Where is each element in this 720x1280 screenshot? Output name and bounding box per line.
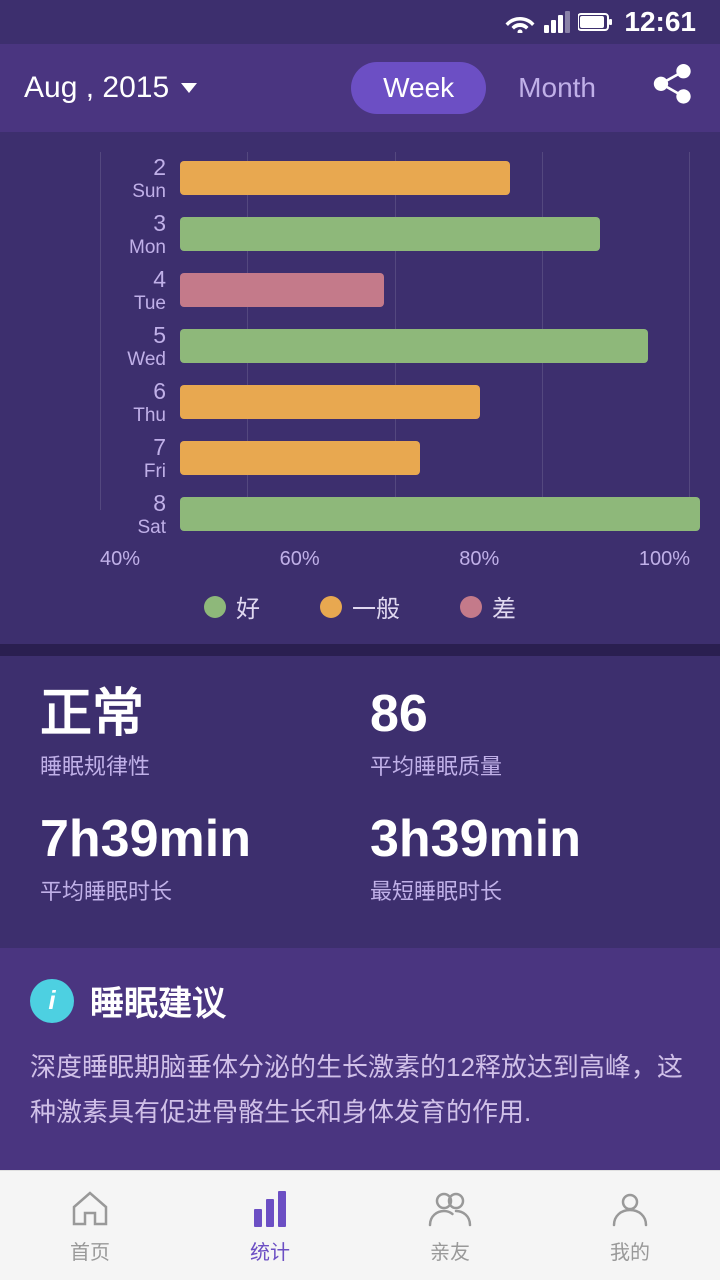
stats-grid: 正常 睡眠规律性 86 平均睡眠质量 7h39min 平均睡眠时长 3h39mi… <box>40 686 680 906</box>
nav-home[interactable]: 首页 <box>0 1171 180 1280</box>
bar-row-0: 2Sun <box>100 152 700 204</box>
bar-fill-4 <box>180 385 480 419</box>
bar-row-1: 3Mon <box>100 208 700 260</box>
bar-fill-3 <box>180 329 648 363</box>
bar-row-5: 7Fri <box>100 432 700 484</box>
advice-title: 睡眠建议 <box>90 976 226 1025</box>
regularity-value: 正常 <box>40 686 350 743</box>
legend-item-0: 好 <box>204 589 260 624</box>
stats-icon <box>248 1186 292 1230</box>
stats-section: 正常 睡眠规律性 86 平均睡眠质量 7h39min 平均睡眠时长 3h39mi… <box>0 656 720 936</box>
status-time: 12:61 <box>624 6 696 38</box>
status-icons <box>504 11 614 33</box>
mine-icon <box>608 1186 652 1230</box>
x-label-3: 100% <box>639 548 690 571</box>
bottom-nav: 首页 统计 亲友 我的 <box>0 1170 720 1280</box>
nav-friends-label: 亲友 <box>430 1236 470 1265</box>
advice-text: 深度睡眠期脑垂体分泌的生长激素的12释放达到高峰，这种激素具有促进骨骼生长和身体… <box>30 1045 690 1133</box>
main-content: 12:61 Aug , 2015 Week Month <box>0 0 720 1280</box>
min-duration-stat: 3h39min 最短睡眠时长 <box>370 811 680 906</box>
nav-home-label: 首页 <box>70 1236 110 1265</box>
x-label-2: 80% <box>459 548 499 571</box>
avg-duration-stat: 7h39min 平均睡眠时长 <box>40 811 350 906</box>
nav-stats[interactable]: 统计 <box>180 1171 360 1280</box>
avg-duration-label: 平均睡眠时长 <box>40 874 350 906</box>
share-icon <box>652 64 696 108</box>
bars-section: 2Sun 3Mon 4Tue 5Wed 6Thu 7Fri 8Sat <box>20 152 700 540</box>
bar-label-0: 2Sun <box>100 154 180 203</box>
min-duration-label: 最短睡眠时长 <box>370 874 680 906</box>
month-tab[interactable]: Month <box>486 62 628 114</box>
bar-row-4: 6Thu <box>100 376 700 428</box>
chart-area: 2Sun 3Mon 4Tue 5Wed 6Thu 7Fri 8Sat 40% 60% 80% 10… <box>0 132 720 644</box>
x-label-1: 60% <box>280 548 320 571</box>
dropdown-arrow-icon <box>181 83 197 93</box>
section-divider <box>0 644 720 656</box>
x-axis: 40% 60% 80% 100% <box>20 548 700 571</box>
nav-mine[interactable]: 我的 <box>540 1171 720 1280</box>
header: Aug , 2015 Week Month <box>0 44 720 132</box>
bar-label-3: 5Wed <box>100 322 180 371</box>
quality-value: 86 <box>370 686 680 743</box>
bar-row-3: 5Wed <box>100 320 700 372</box>
legend-item-1: 一般 <box>320 589 400 624</box>
bar-label-1: 3Mon <box>100 210 180 259</box>
friends-icon <box>428 1186 472 1230</box>
bar-fill-1 <box>180 217 600 251</box>
legend-item-2: 差 <box>460 589 516 624</box>
bar-label-5: 7Fri <box>100 434 180 483</box>
signal-icon <box>544 11 570 33</box>
quality-label: 平均睡眠质量 <box>370 749 680 781</box>
regularity-label: 睡眠规律性 <box>40 749 350 781</box>
bar-fill-5 <box>180 441 420 475</box>
min-duration-value: 3h39min <box>370 811 680 868</box>
avg-duration-value: 7h39min <box>40 811 350 868</box>
nav-mine-label: 我的 <box>610 1236 650 1265</box>
bar-fill-2 <box>180 273 384 307</box>
week-tab[interactable]: Week <box>351 62 486 114</box>
wifi-icon <box>504 11 536 33</box>
date-selector[interactable]: Aug , 2015 <box>24 71 351 105</box>
info-icon: i <box>30 979 74 1023</box>
bar-row-6: 8Sat <box>100 488 700 540</box>
status-bar: 12:61 <box>0 0 720 44</box>
nav-stats-label: 统计 <box>250 1236 290 1265</box>
bar-label-4: 6Thu <box>100 378 180 427</box>
tab-group: Week Month <box>351 62 628 114</box>
battery-icon <box>578 12 614 32</box>
bar-row-2: 4Tue <box>100 264 700 316</box>
date-text: Aug , 2015 <box>24 71 169 105</box>
advice-section: i 睡眠建议 深度睡眠期脑垂体分泌的生长激素的12释放达到高峰，这种激素具有促进… <box>0 948 720 1169</box>
legend: 好 一般 差 <box>20 571 700 634</box>
quality-stat: 86 平均睡眠质量 <box>370 686 680 781</box>
bar-fill-0 <box>180 161 510 195</box>
advice-header: i 睡眠建议 <box>30 976 690 1025</box>
bar-fill-6 <box>180 497 700 531</box>
share-button[interactable] <box>652 64 696 113</box>
bar-label-6: 8Sat <box>100 490 180 539</box>
home-icon <box>68 1186 112 1230</box>
regularity-stat: 正常 睡眠规律性 <box>40 686 350 781</box>
chart-container: 2Sun 3Mon 4Tue 5Wed 6Thu 7Fri 8Sat 40% 60% 80% 10… <box>20 152 700 571</box>
bar-label-2: 4Tue <box>100 266 180 315</box>
x-label-0: 40% <box>100 548 140 571</box>
nav-friends[interactable]: 亲友 <box>360 1171 540 1280</box>
